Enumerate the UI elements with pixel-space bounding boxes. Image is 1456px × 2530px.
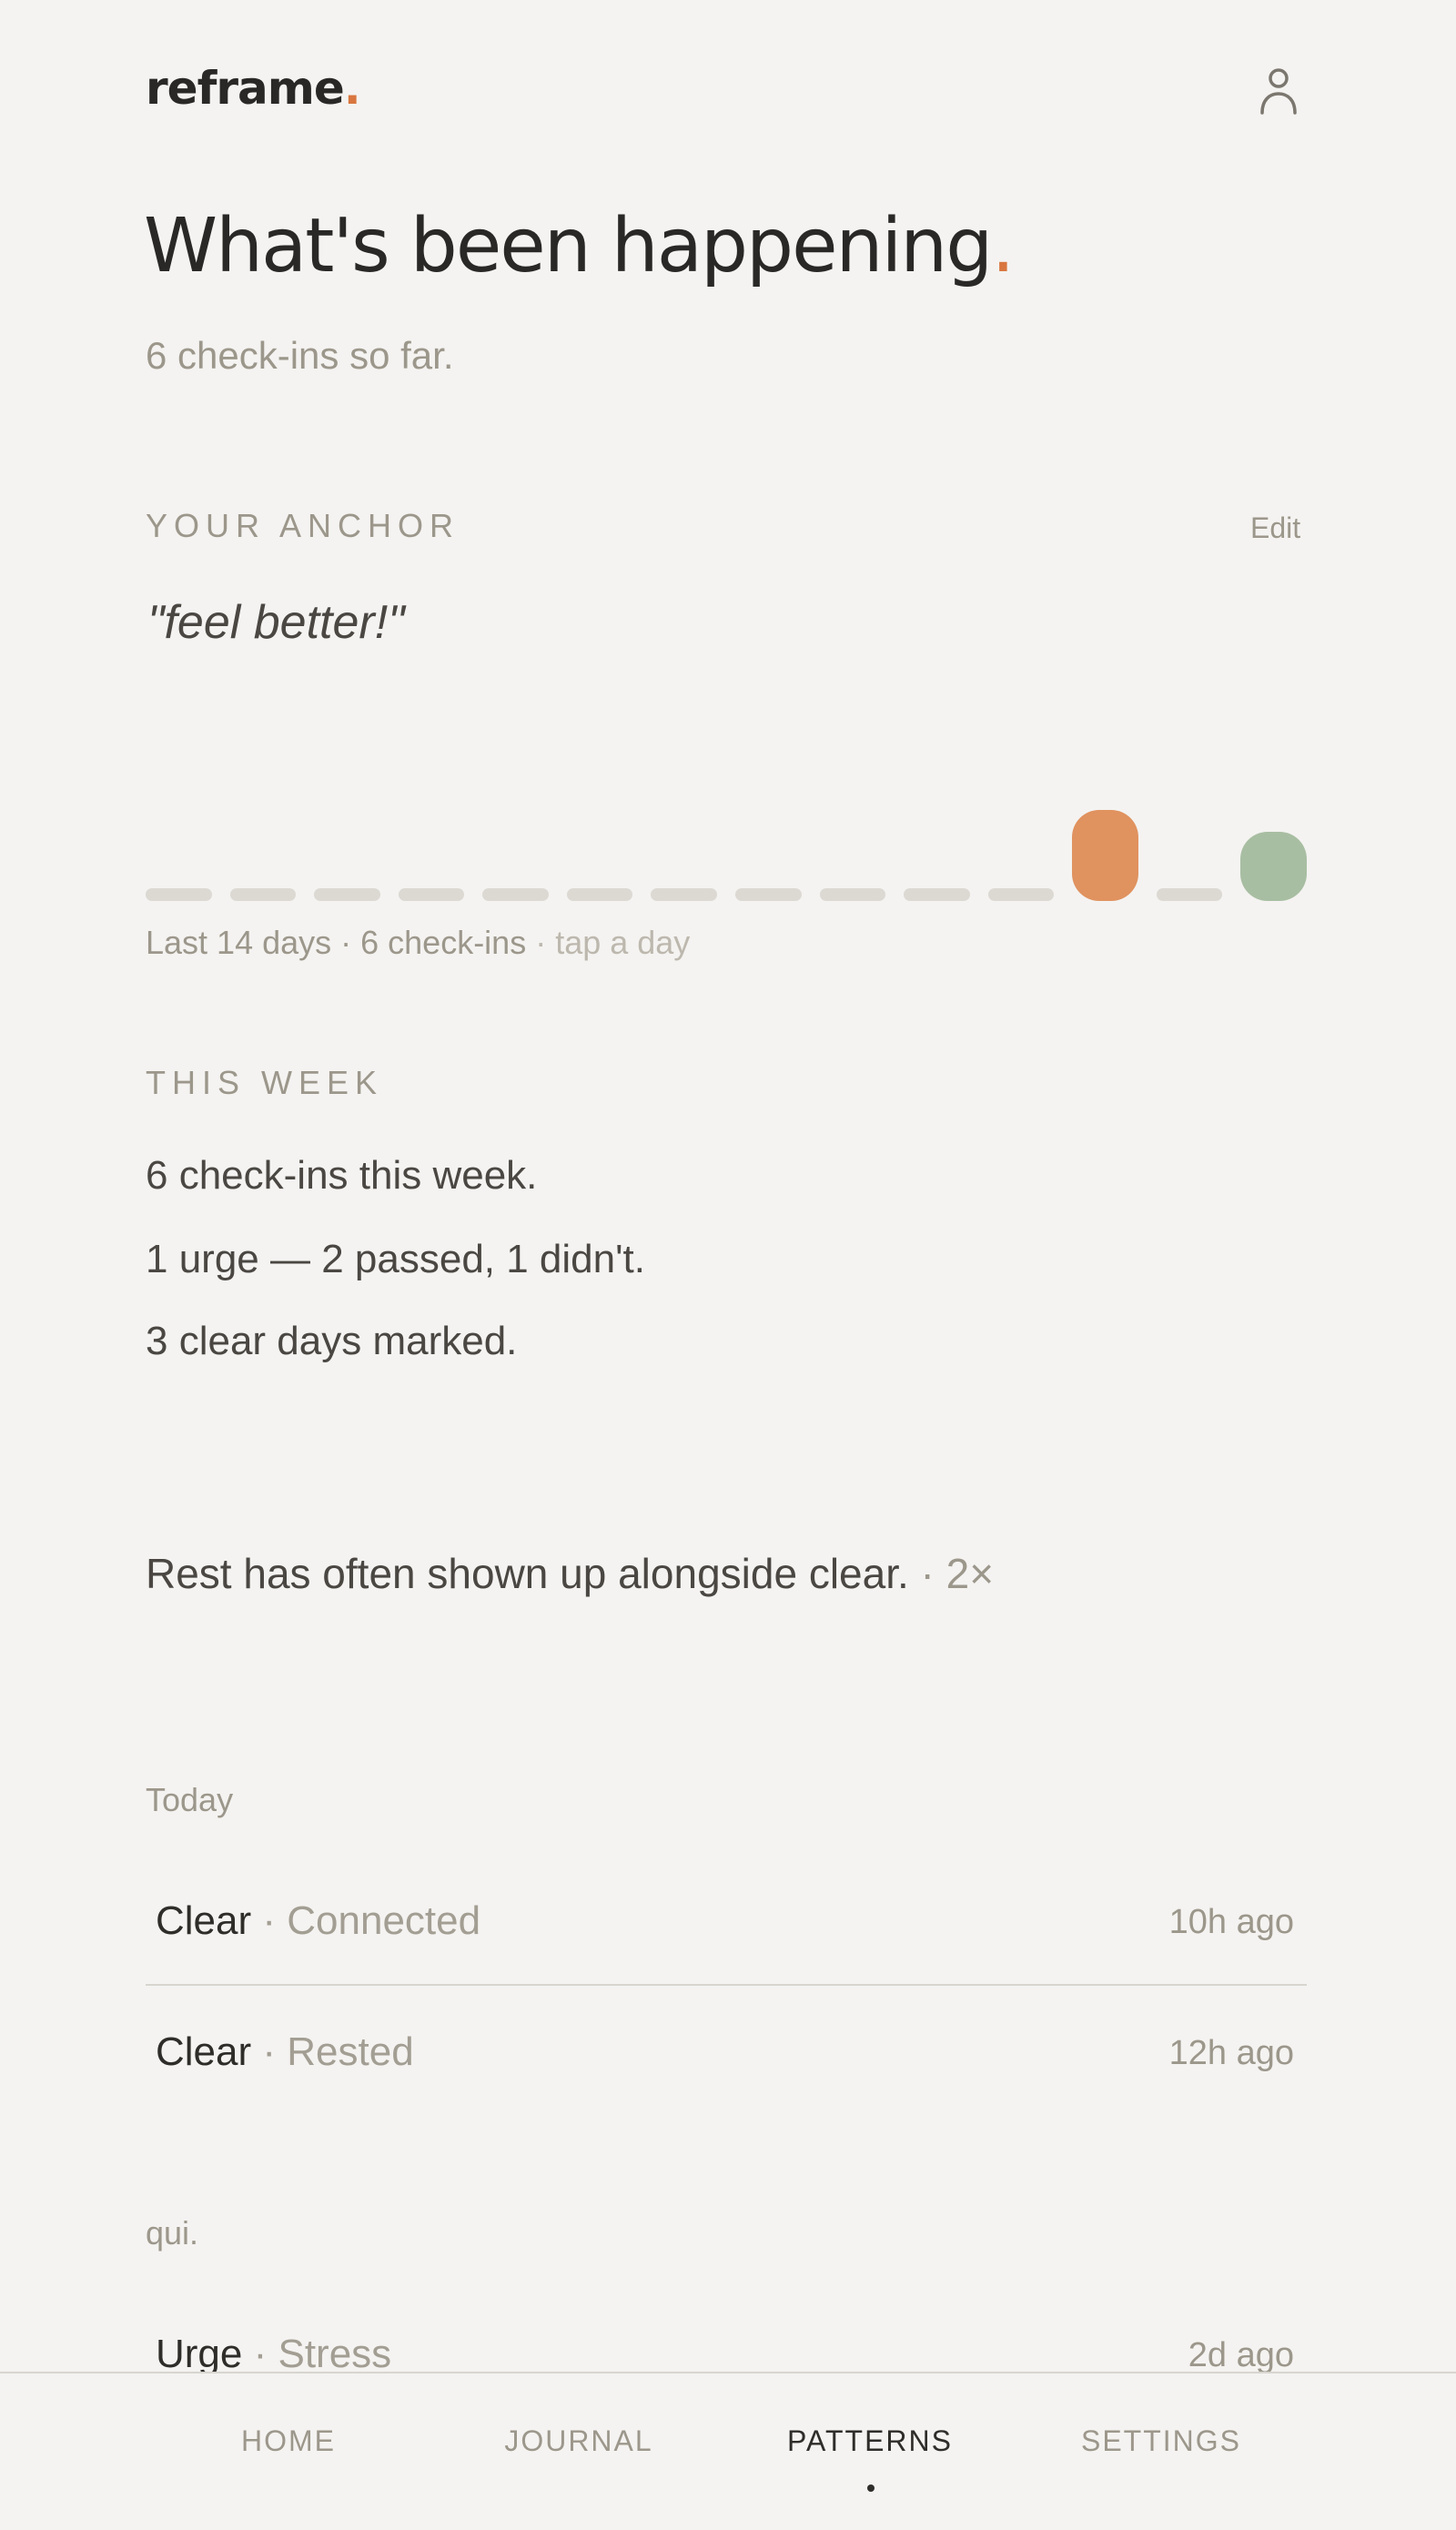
day-cell-urge[interactable] (1072, 810, 1138, 901)
checkin-time: 12h ago (1168, 2034, 1294, 2072)
page-title-text: What's been happening (144, 203, 993, 289)
patterns-screen: reframe. What's been happening. 6 check-… (0, 0, 1456, 2530)
active-tab-indicator (867, 2484, 875, 2492)
checkin-separator: · (251, 1898, 288, 1943)
title-accent-dot: . (991, 203, 1015, 289)
app-logo: reframe. (146, 66, 361, 111)
page-title: What's been happening. (144, 209, 1015, 284)
day-cell-clear[interactable] (1240, 832, 1307, 901)
checkin-time: 10h ago (1168, 1903, 1294, 1941)
day-cell-empty[interactable] (904, 888, 970, 901)
week-summary-line: 3 clear days marked. (146, 1319, 518, 1363)
checkin-tag: Connected (287, 1898, 481, 1943)
pattern-insight: Rest has often shown up alongside clear.… (146, 1553, 994, 1594)
day-strip-caption: Last 14 days · 6 check-ins · tap a day (146, 926, 690, 959)
day-cell-empty[interactable] (482, 888, 549, 901)
day-cell-empty[interactable] (314, 888, 380, 901)
day-cell-empty[interactable] (819, 888, 886, 901)
checkin-kind: Clear (156, 1898, 252, 1943)
checkin-tag: Rested (287, 2029, 414, 2074)
timeline-group-label: qui. (146, 2214, 199, 2252)
day-cell-empty[interactable] (1156, 888, 1223, 901)
checkin-tag: Stress (278, 2332, 392, 2376)
checkin-separator: · (242, 2332, 278, 2376)
day-cell-empty[interactable] (566, 888, 633, 901)
profile-button[interactable] (1256, 64, 1301, 118)
logo-accent-dot: . (343, 62, 361, 115)
checkin-entry-summary: Clear · Rested (156, 2002, 414, 2102)
day-strip (146, 792, 1307, 901)
logo-text: reframe (146, 62, 345, 115)
checkin-entry-summary: Clear · Connected (156, 1871, 480, 1971)
day-cell-empty[interactable] (398, 888, 465, 901)
nav-settings[interactable]: SETTINGS (1025, 2426, 1298, 2455)
day-cell-empty[interactable] (146, 888, 212, 901)
checkin-entry[interactable]: Clear · Connected 10h ago (146, 1871, 1307, 1971)
week-summary-line: 6 check-ins this week. (146, 1153, 538, 1198)
pattern-insight-count: · 2× (908, 1550, 995, 1597)
user-icon (1260, 68, 1297, 115)
day-cell-empty[interactable] (651, 888, 717, 901)
day-cell-empty[interactable] (735, 888, 802, 901)
week-summary-line: 1 urge — 2 passed, 1 didn't. (146, 1237, 645, 1281)
nav-home[interactable]: HOME (152, 2426, 425, 2455)
checkin-kind: Urge (156, 2332, 243, 2376)
edit-anchor-button[interactable]: Edit (1250, 513, 1300, 542)
checkin-separator: · (251, 2029, 288, 2074)
timeline-group-label: Today (146, 1781, 234, 1818)
entry-divider (146, 1984, 1307, 1986)
day-strip-caption-main: Last 14 days · 6 check-ins (146, 924, 527, 961)
anchor-section-label: YOUR ANCHOR (146, 507, 460, 544)
nav-patterns[interactable]: PATTERNS (733, 2426, 1006, 2455)
this-week-section-label: THIS WEEK (146, 1064, 384, 1101)
pattern-insight-text: Rest has often shown up alongside clear. (146, 1550, 909, 1597)
checkin-kind: Clear (156, 2029, 252, 2074)
checkin-count-subtitle: 6 check-ins so far. (146, 334, 454, 377)
checkin-entry[interactable]: Clear · Rested 12h ago (146, 2002, 1307, 2102)
anchor-quote: "feel better!" (147, 596, 405, 649)
nav-journal[interactable]: JOURNAL (442, 2426, 715, 2455)
day-cell-empty[interactable] (229, 888, 297, 901)
day-strip-caption-hint: · tap a day (526, 924, 691, 961)
bottom-nav: HOME JOURNAL PATTERNS SETTINGS (0, 2372, 1456, 2530)
day-cell-empty[interactable] (987, 888, 1055, 901)
